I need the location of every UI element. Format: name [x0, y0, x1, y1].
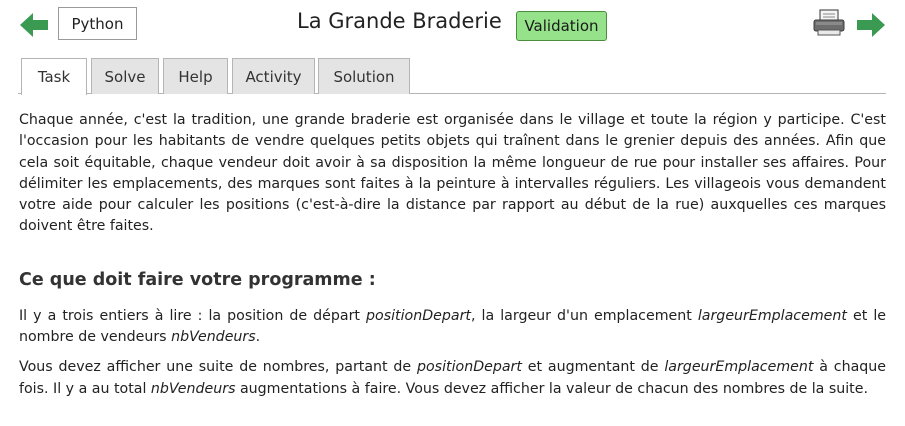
variable-name: positionDepart	[366, 307, 471, 324]
page-title: La Grande Braderie	[297, 9, 502, 33]
printer-icon[interactable]	[812, 8, 846, 38]
tab-bar: Task Solve Help Activity Solution	[18, 58, 886, 95]
tab-solution[interactable]: Solution	[318, 58, 410, 94]
text-segment: et augmentant de	[521, 359, 665, 376]
arrow-left-icon[interactable]	[18, 10, 50, 40]
top-bar: Python La Grande Braderie Validation	[0, 0, 905, 50]
variable-name: largeurEmplacement	[664, 359, 814, 376]
arrow-right-icon[interactable]	[855, 10, 887, 40]
variable-name: nbVendeurs	[171, 329, 256, 346]
task-content: Chaque année, c'est la tradition, une gr…	[19, 110, 886, 400]
text-segment: Il y a trois entiers à lire : la positio…	[19, 307, 367, 324]
tab-solve[interactable]: Solve	[91, 58, 159, 94]
section-heading: Ce que doit faire votre programme :	[19, 269, 376, 290]
validation-badge[interactable]: Validation	[516, 11, 607, 41]
language-select-button[interactable]: Python	[58, 7, 137, 40]
variable-name: nbVendeurs	[150, 380, 236, 397]
text-segment: augmentations à faire. Vous devez affich…	[235, 380, 868, 397]
tab-task[interactable]: Task	[21, 58, 87, 95]
text-segment: .	[255, 329, 261, 346]
text-segment: , la largeur d'un emplacement	[470, 307, 698, 324]
variable-name: largeurEmplacement	[697, 307, 847, 324]
inputs-paragraph: Il y a trois entiers à lire : la positio…	[19, 306, 886, 349]
text-segment: Vous devez afficher une suite de nombres…	[19, 359, 417, 376]
tab-activity[interactable]: Activity	[232, 58, 315, 94]
variable-name: positionDepart	[417, 359, 522, 376]
output-paragraph: Vous devez afficher une suite de nombres…	[19, 357, 886, 400]
intro-paragraph: Chaque année, c'est la tradition, une gr…	[19, 112, 886, 235]
tab-help[interactable]: Help	[163, 58, 228, 94]
